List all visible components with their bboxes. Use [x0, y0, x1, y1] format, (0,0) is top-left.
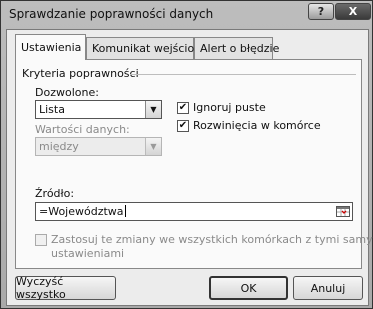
in-cell-dropdown-checkbox[interactable]: ✔ — [177, 120, 189, 132]
text-caret — [124, 205, 126, 217]
ignore-blank-checkbox[interactable]: ✔ — [177, 102, 189, 114]
allow-select[interactable]: Lista ▼ — [35, 100, 162, 119]
ignore-blank-label[interactable]: Ignoruj puste — [193, 101, 266, 114]
clear-all-label: Wyczyść wszystko — [16, 275, 66, 301]
dialog-client-area: Ustawienia Komunikat wejściowy Alert o b… — [6, 29, 373, 306]
tab-komunikat-wejsciowy[interactable]: Komunikat wejściowy — [86, 37, 210, 59]
settings-panel: Kryteria poprawności Dozwolone: Lista ▼ … — [15, 59, 373, 269]
check-icon: ✔ — [178, 102, 188, 113]
allow-label: Dozwolone: — [35, 86, 99, 99]
chevron-down-icon[interactable]: ▼ — [145, 138, 161, 155]
data-label: Wartości danych: — [35, 123, 130, 136]
help-button[interactable]: ? — [308, 3, 334, 20]
apply-all-label-line2: ustawieniami — [51, 247, 125, 260]
source-label: Źródło: — [35, 187, 75, 200]
close-button[interactable]: X — [335, 3, 371, 20]
source-input[interactable]: =Województwa — [35, 202, 353, 221]
clear-all-button[interactable]: Wyczyść wszystko — [15, 275, 116, 301]
allow-select-value: Lista — [39, 103, 65, 116]
data-select-value: między — [39, 140, 79, 153]
collapse-dialog-icon[interactable] — [335, 204, 351, 219]
apply-all-label-line1: Zastosuj te zmiany we wszystkich komórka… — [51, 233, 373, 246]
chevron-down-icon[interactable]: ▼ — [145, 101, 161, 118]
cancel-label: Anuluj — [310, 281, 346, 295]
tab-ustawienia[interactable]: Ustawienia — [15, 34, 86, 60]
check-icon: ✔ — [178, 120, 188, 131]
dialog-window: Sprawdzanie poprawności danych ? X Ustaw… — [0, 0, 373, 309]
ok-button[interactable]: OK — [209, 276, 288, 300]
source-input-value: =Województwa — [39, 205, 124, 218]
ok-label: OK — [240, 281, 257, 295]
tab-komunikat-label: Komunikat wejściowy — [92, 42, 210, 55]
criteria-group-label: Kryteria poprawności — [22, 67, 139, 80]
cancel-button[interactable]: Anuluj — [293, 276, 363, 300]
tab-alert-label: Alert o błędzie — [200, 42, 280, 55]
tab-alert-o-bledzie[interactable]: Alert o błędzie — [194, 37, 279, 59]
in-cell-dropdown-label[interactable]: Rozwinięcia w komórce — [193, 119, 321, 132]
data-select[interactable]: między ▼ — [35, 137, 162, 156]
tab-ustawienia-label: Ustawienia — [21, 41, 82, 54]
group-divider — [130, 74, 356, 75]
apply-all-checkbox[interactable] — [35, 234, 47, 246]
dialog-title: Sprawdzanie poprawności danych — [9, 7, 214, 21]
